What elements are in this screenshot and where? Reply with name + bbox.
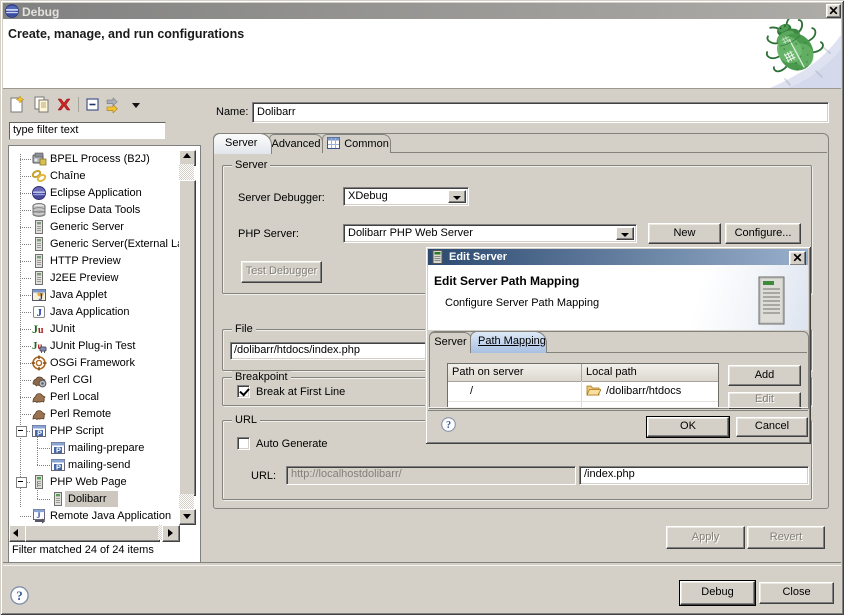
svg-text:J: J — [37, 307, 43, 319]
svg-text:?: ? — [16, 588, 23, 603]
svg-text:J: J — [39, 292, 44, 302]
svg-text:u: u — [38, 325, 44, 336]
svg-text:J: J — [37, 511, 41, 520]
svg-text:P: P — [56, 446, 61, 455]
svg-text:P: P — [56, 463, 61, 472]
svg-text:?: ? — [446, 420, 451, 431]
